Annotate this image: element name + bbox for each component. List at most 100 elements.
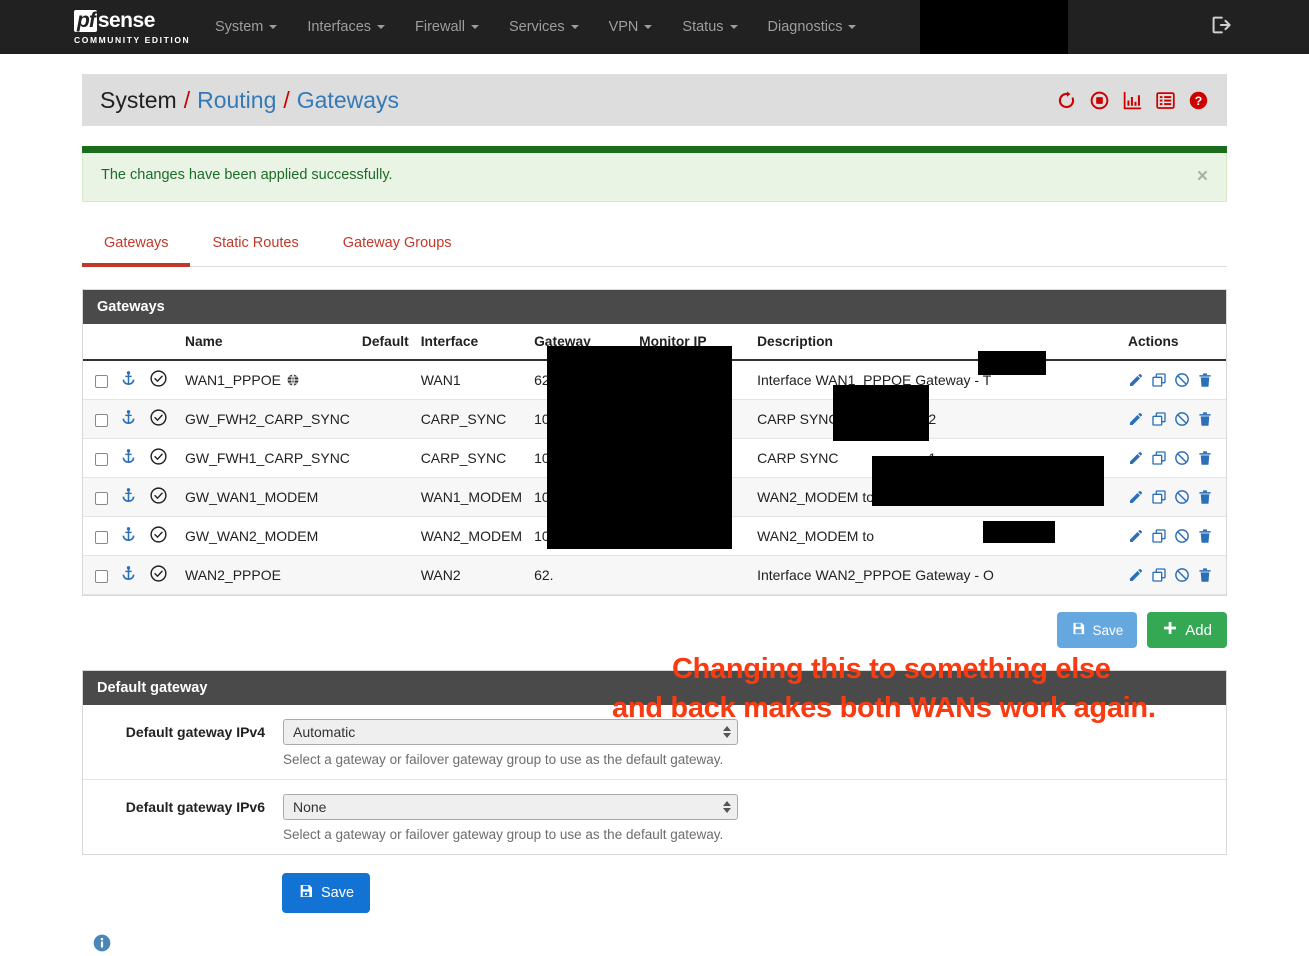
help-icon[interactable]: ? [1188, 90, 1209, 111]
copy-icon[interactable] [1151, 411, 1167, 427]
pfsense-logo[interactable]: pf sense COMMUNITY EDITION [74, 9, 192, 45]
gateway-address: 62. [534, 567, 554, 583]
row-select-checkbox[interactable] [95, 413, 108, 427]
logo-pf-text: pf [74, 9, 97, 32]
tab-gateways[interactable]: Gateways [82, 224, 191, 267]
edit-icon[interactable] [1128, 411, 1144, 427]
globe-icon [281, 372, 300, 388]
save-icon [1071, 621, 1086, 639]
disable-icon[interactable] [1174, 372, 1190, 388]
row-select-checkbox[interactable] [95, 569, 108, 583]
anchor-icon[interactable] [120, 488, 137, 507]
disable-icon[interactable] [1174, 528, 1190, 544]
nav-item-firewall[interactable]: Firewall [400, 2, 494, 53]
delete-icon[interactable] [1197, 489, 1213, 505]
copy-icon[interactable] [1151, 450, 1167, 466]
breadcrumb-item-system: System [100, 86, 177, 113]
anchor-icon[interactable] [120, 527, 137, 546]
chevron-down-icon [848, 24, 857, 29]
log-icon[interactable] [1155, 90, 1176, 111]
delete-icon[interactable] [1197, 567, 1213, 583]
chart-icon[interactable] [1122, 90, 1143, 111]
delete-icon[interactable] [1197, 450, 1213, 466]
stop-icon[interactable] [1089, 90, 1110, 111]
col-state [143, 324, 179, 361]
save-icon [298, 883, 314, 903]
disable-icon[interactable] [1174, 567, 1190, 583]
gateway-name: GW_FWH2_CARP_SYNC [185, 411, 350, 427]
row-select-checkbox[interactable] [95, 530, 108, 544]
nav-item-status[interactable]: Status [667, 2, 752, 53]
gateway-interface: CARP_SYNC [420, 411, 507, 427]
edit-icon[interactable] [1128, 450, 1144, 466]
success-alert: The changes have been applied successful… [82, 146, 1227, 202]
save-button-label: Save [1092, 622, 1124, 638]
chevron-down-icon [729, 24, 738, 29]
copy-icon[interactable] [1151, 567, 1167, 583]
nav-label: Firewall [415, 18, 465, 35]
edit-icon[interactable] [1128, 528, 1144, 544]
chevron-down-icon [570, 24, 579, 29]
anchor-icon[interactable] [120, 566, 137, 585]
nav-item-diagnostics[interactable]: Diagnostics [753, 2, 872, 53]
nav-item-system[interactable]: System [200, 2, 292, 53]
info-icon[interactable] [92, 933, 1227, 956]
restart-icon[interactable] [1056, 90, 1077, 111]
disable-icon[interactable] [1174, 450, 1190, 466]
default-gateway-ipv6-select[interactable]: None [283, 794, 738, 820]
logout-icon[interactable] [1209, 14, 1231, 39]
nav-item-interfaces[interactable]: Interfaces [292, 2, 400, 53]
select-value: Automatic [293, 724, 356, 740]
breadcrumb-item-routing[interactable]: Routing [197, 87, 276, 114]
annotation-line-1: Changing this to something else [672, 653, 1111, 685]
nav-item-services[interactable]: Services [494, 2, 594, 53]
row-select-checkbox[interactable] [95, 491, 108, 505]
anchor-icon[interactable] [120, 371, 137, 390]
gateway-name: WAN2_PPPOE [185, 567, 281, 583]
select-spinner-icon [723, 801, 731, 813]
copy-icon[interactable] [1151, 528, 1167, 544]
row-select-checkbox[interactable] [95, 452, 108, 466]
delete-icon[interactable] [1197, 411, 1213, 427]
row-select-checkbox[interactable] [95, 374, 108, 388]
gateway-name: GW_FWH1_CARP_SYNC [185, 450, 350, 466]
add-button-label: Add [1185, 621, 1212, 639]
save-button-table[interactable]: Save [1056, 612, 1138, 648]
anchor-icon[interactable] [120, 449, 137, 468]
gateway-name: WAN1_PPPOE [185, 372, 281, 388]
table-row[interactable]: WAN2_PPPOE WAN2 62. Interface WAN2_PPPOE Ga… [83, 555, 1226, 595]
chevron-down-icon [269, 24, 278, 29]
delete-icon[interactable] [1197, 372, 1213, 388]
anchor-icon[interactable] [120, 410, 137, 429]
row-actions [1128, 489, 1220, 505]
col-anchor [114, 324, 143, 361]
gateway-interface: CARP_SYNC [420, 450, 507, 466]
copy-icon[interactable] [1151, 372, 1167, 388]
status-ok-icon [149, 565, 168, 586]
gateway-interface: WAN2_MODEM [420, 528, 523, 544]
delete-icon[interactable] [1197, 528, 1213, 544]
row-actions [1128, 372, 1220, 388]
page-header: System / Routing / Gateways ? [82, 74, 1227, 126]
close-icon[interactable]: × [1197, 167, 1208, 186]
disable-icon[interactable] [1174, 489, 1190, 505]
default-gateway-ipv4-control: Automatic Select a gateway or failover g… [283, 719, 1226, 779]
save-button-footer[interactable]: Save [282, 873, 371, 913]
tab-static-routes[interactable]: Static Routes [190, 224, 320, 267]
col-interface: Interface [414, 324, 529, 361]
status-ok-icon [149, 487, 168, 508]
nav-item-vpn[interactable]: VPN [594, 2, 668, 53]
edit-icon[interactable] [1128, 489, 1144, 505]
redaction-desc-row2-3 [833, 385, 929, 441]
edit-icon[interactable] [1128, 372, 1144, 388]
add-gateway-button[interactable]: Add [1147, 612, 1227, 648]
edit-icon[interactable] [1128, 567, 1144, 583]
copy-icon[interactable] [1151, 489, 1167, 505]
row-actions [1128, 411, 1220, 427]
disable-icon[interactable] [1174, 411, 1190, 427]
tab-gateway-groups[interactable]: Gateway Groups [321, 224, 474, 267]
table-button-row: Save Add [82, 612, 1227, 648]
breadcrumb: System / Routing / Gateways [100, 87, 399, 114]
breadcrumb-item-gateways[interactable]: Gateways [297, 87, 399, 114]
status-ok-icon [149, 526, 168, 547]
